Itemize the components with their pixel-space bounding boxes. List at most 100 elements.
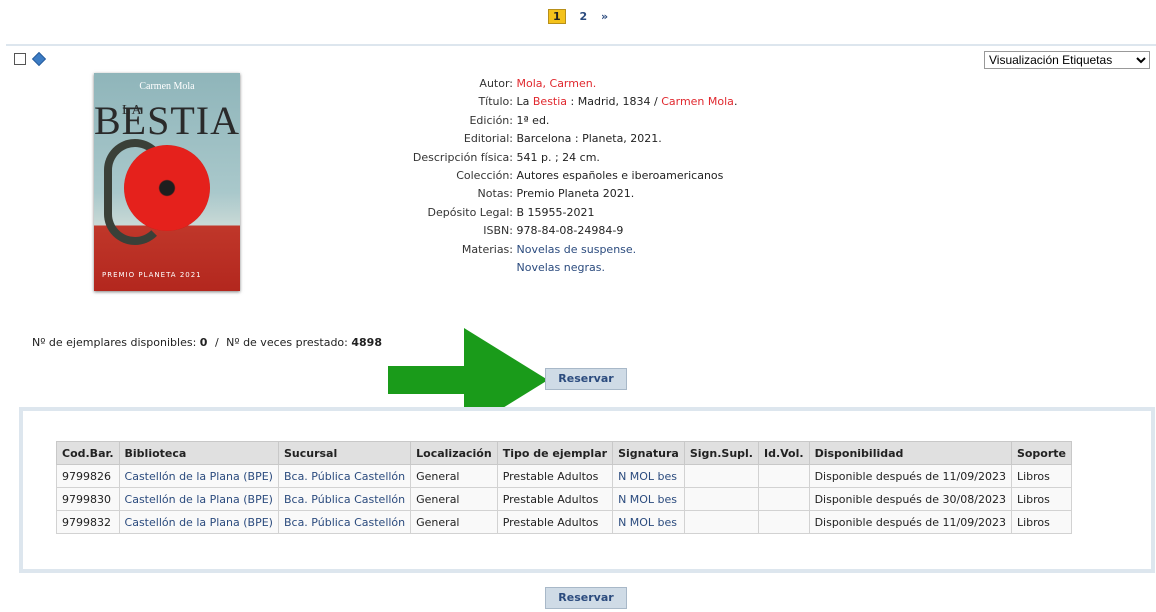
reserve-button-bottom[interactable]: Reservar [545,587,627,609]
cell-branch-link[interactable]: Bca. Pública Castellón [277,510,412,534]
cell-library-link[interactable]: Castellón de la Plana (BPE) [118,510,279,534]
field-label: Edición: [469,113,513,127]
copies-table: Cod.Bar. Biblioteca Sucursal Localizació… [56,441,1073,534]
field-coleccion: Colección: Autores españoles e iberoamer… [316,167,737,185]
loans-label: Nº de veces prestado: [226,336,348,349]
cell-signature-link[interactable]: N MOL bes [612,510,685,534]
available-count: 0 [199,336,208,349]
field-editorial: Editorial: Barcelona : Planeta, 2021. [316,130,737,148]
field-isbn: ISBN: 978-84-08-24984-9 [316,222,737,240]
cell-availability: Disponible después de 11/09/2023 [808,464,1012,488]
loans-count: 4898 [351,336,382,349]
cell-branch-link[interactable]: Bca. Pública Castellón [277,464,412,488]
field-materias-2: Novelas negras. [316,259,737,277]
table-row: 9799832 Castellón de la Plana (BPE) Bca.… [56,510,1073,534]
cell-availability: Disponible después de 11/09/2023 [808,510,1012,534]
field-label: Notas: [477,187,513,201]
stats-separator: / [214,336,219,349]
field-label: Descripción física: [412,150,513,164]
field-materias: Materias: Novelas de suspense. [316,241,737,259]
col-header[interactable]: Sign.Supl. [683,441,759,465]
cell-signature-link[interactable]: N MOL bes [612,487,685,511]
availability-stats: Nº de ejemplares disponibles: 0 / Nº de … [32,336,382,349]
table-row: 9799830 Castellón de la Plana (BPE) Bca.… [56,487,1073,511]
pagination: 1 2 » [0,9,1156,24]
author-link[interactable]: Mola, Carmen. [517,77,597,90]
subject-link[interactable]: Novelas de suspense. [517,243,637,256]
col-header[interactable]: Soporte [1010,441,1073,465]
cell-format: Libros [1010,510,1073,534]
cell-id-vol [757,464,810,488]
cell-library-link[interactable]: Castellón de la Plana (BPE) [118,487,279,511]
cell-sign-supl [683,510,759,534]
cell-barcode: 9799832 [56,510,120,534]
col-header[interactable]: Signatura [612,441,685,465]
col-header[interactable]: Biblioteca [118,441,279,465]
cell-barcode: 9799826 [56,464,120,488]
copies-panel: Cod.Bar. Biblioteca Sucursal Localizació… [19,407,1155,573]
field-value: 978-84-08-24984-9 [516,224,624,238]
cell-sign-supl [683,464,759,488]
cover-poppy-shape [124,145,210,231]
bibliographic-fields: Autor: Mola, Carmen. Título: La Bestia :… [316,75,738,277]
field-label: Editorial: [463,132,513,146]
field-value: 541 p. ; 24 cm. [516,150,600,164]
cell-availability: Disponible después de 30/08/2023 [808,487,1012,511]
field-value: B 15955-2021 [516,205,595,219]
cell-type: Prestable Adultos [496,487,614,511]
col-header[interactable]: Id.Vol. [757,441,810,465]
cell-id-vol [757,510,810,534]
page-2-link[interactable]: 2 [579,10,587,23]
field-label: Depósito Legal: [427,205,513,219]
page-current: 1 [547,9,566,24]
reserve-button[interactable]: Reservar [545,368,627,390]
cell-branch-link[interactable]: Bca. Pública Castellón [277,487,412,511]
record-panel: Visualización Etiquetas Carmen Mola LA BE… [6,44,1156,612]
cell-library-link[interactable]: Castellón de la Plana (BPE) [118,464,279,488]
available-label: Nº de ejemplares disponibles: [32,336,197,349]
title-middle: : Madrid, 1834 / [567,95,662,109]
table-row: 9799826 Castellón de la Plana (BPE) Bca.… [56,464,1073,488]
cell-sign-supl [683,487,759,511]
field-label: Colección: [456,169,513,183]
title-author-link[interactable]: Carmen Mola [661,95,734,108]
record-toggles [14,51,46,67]
cell-type: Prestable Adultos [496,464,614,488]
next-page-link[interactable]: » [601,10,608,23]
col-header[interactable]: Tipo de ejemplar [496,441,614,465]
field-deposito: Depósito Legal: B 15955-2021 [316,204,737,222]
col-header[interactable]: Sucursal [277,441,412,465]
col-header[interactable]: Cod.Bar. [56,441,120,465]
field-notas: Notas: Premio Planeta 2021. [316,185,737,203]
field-descripcion: Descripción física: 541 p. ; 24 cm. [316,149,737,167]
field-titulo: Título: La Bestia : Madrid, 1834 / Carme… [316,93,737,111]
book-cover-image: Carmen Mola LA BESTIA PREMIO PLANETA 2021 [94,73,240,291]
col-header[interactable]: Disponibilidad [808,441,1012,465]
cell-signature-link[interactable]: N MOL bes [612,464,685,488]
field-label: Título: [478,95,513,109]
field-value: Barcelona : Planeta, 2021. [516,132,662,146]
field-label: Materias: [461,242,513,256]
cell-location: General [410,487,498,511]
cover-author-text: Carmen Mola [139,81,195,92]
select-checkbox[interactable] [14,53,26,65]
cover-title-prefix: LA [122,103,143,118]
title-link[interactable]: Bestia [533,95,567,108]
cell-format: Libros [1010,487,1073,511]
col-header[interactable]: Localización [410,441,498,465]
cell-id-vol [757,487,810,511]
view-mode-select[interactable]: Visualización Etiquetas [984,51,1150,69]
cover-title-word: BESTIA [94,98,240,143]
field-value: 1ª ed. [516,113,550,127]
expand-diamond-icon[interactable] [31,51,46,67]
cover-prize-badge: PREMIO PLANETA 2021 [102,271,202,279]
title-suffix: . [733,95,738,109]
field-label: ISBN: [483,224,513,238]
field-edicion: Edición: 1ª ed. [316,112,737,130]
table-header-row: Cod.Bar. Biblioteca Sucursal Localizació… [56,441,1073,465]
field-value: Autores españoles e iberoamericanos [516,169,724,183]
subject-link[interactable]: Novelas negras. [517,261,605,274]
cell-type: Prestable Adultos [496,510,614,534]
title-prefix: La [516,95,533,109]
cover-title-text: LA BESTIA [94,97,240,144]
